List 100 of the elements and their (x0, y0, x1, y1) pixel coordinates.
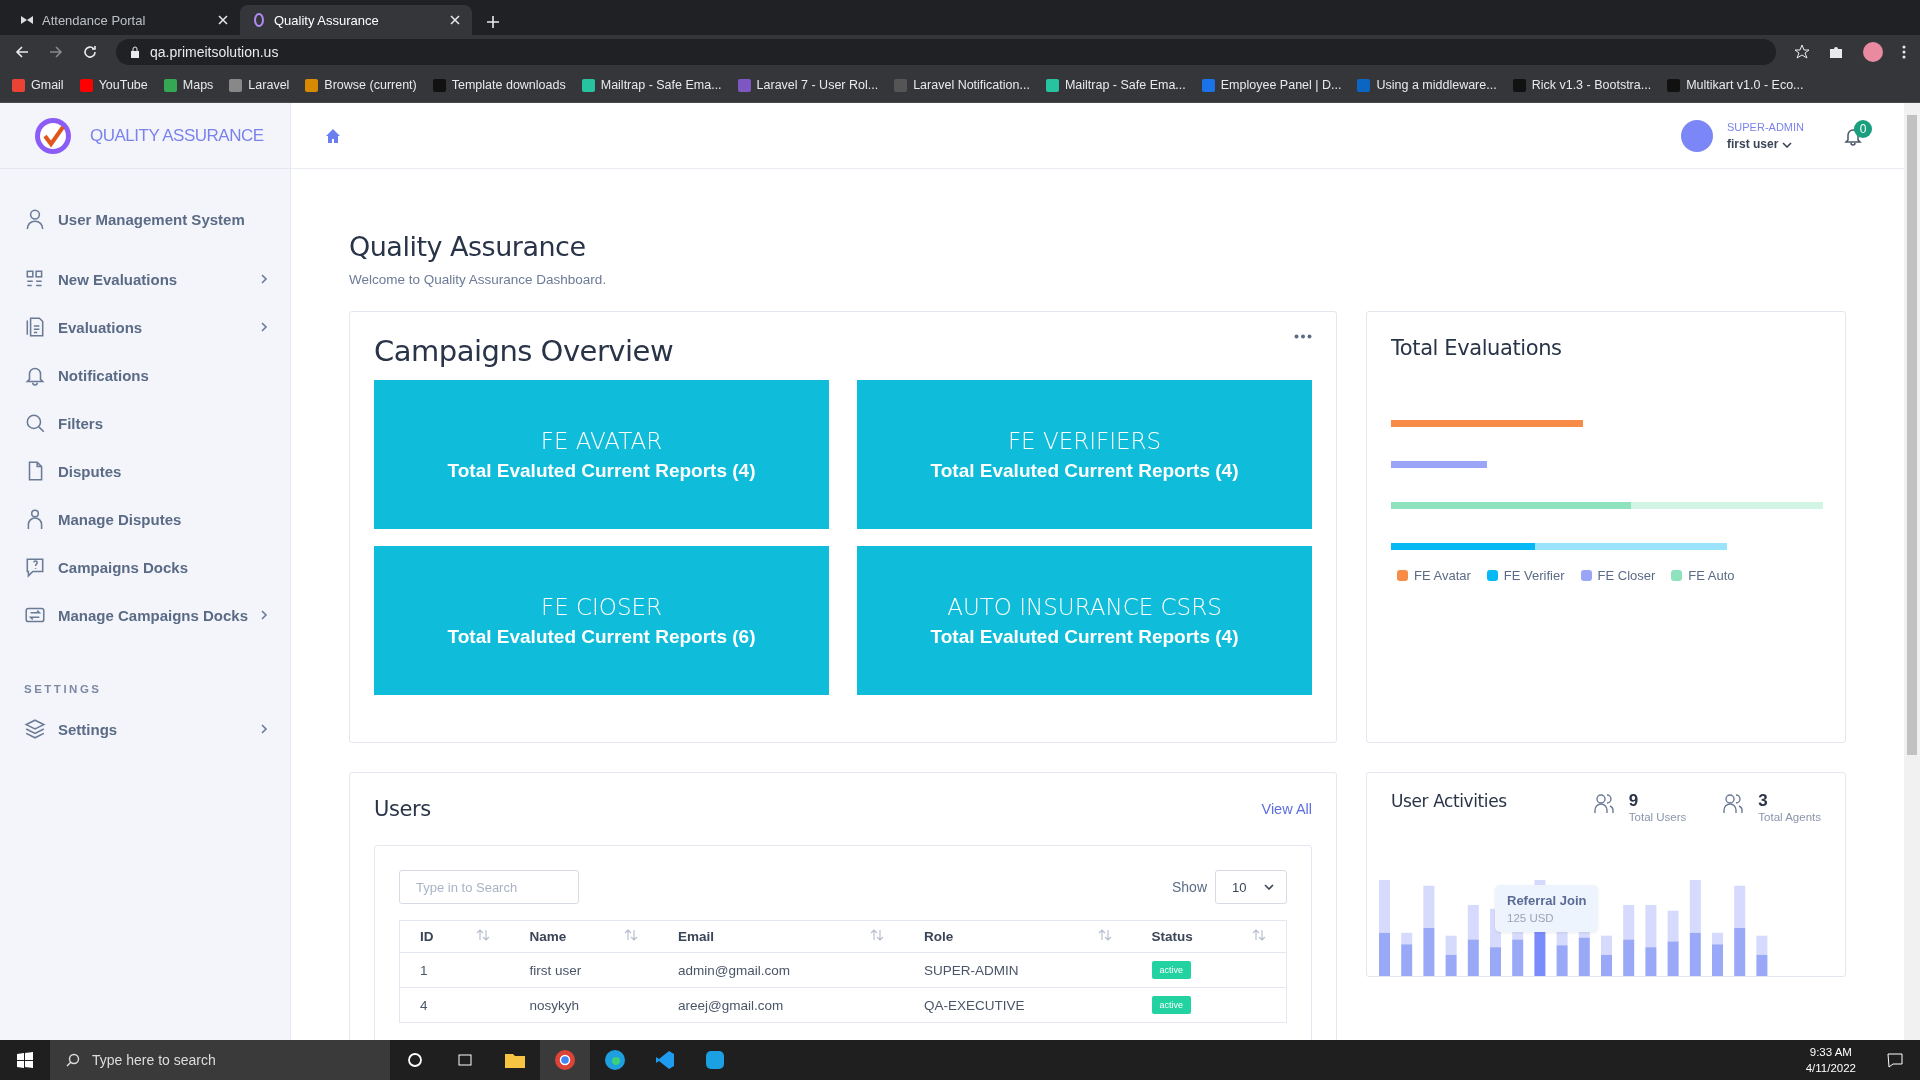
bookmark[interactable]: Employee Panel | D... (1201, 78, 1342, 92)
bookmark[interactable]: Browse (current) (305, 78, 417, 92)
status-badge: active (1151, 996, 1191, 1014)
sidebar-item[interactable]: Filters (0, 399, 290, 447)
menu-icon[interactable] (1902, 43, 1906, 60)
sidebar-item[interactable]: Evaluations (0, 303, 290, 351)
bookmark[interactable]: Laravel 7 - User Rol... (737, 78, 879, 92)
chart-bar (1601, 954, 1612, 976)
browser-tab[interactable]: Quality Assurance (240, 5, 472, 35)
sidebar-item[interactable]: User Management System (0, 195, 290, 243)
chart-bar (1689, 932, 1701, 976)
nav-icon (24, 316, 46, 338)
browser-icon[interactable] (554, 1049, 576, 1071)
bookmark[interactable]: Template downloads (432, 78, 566, 92)
folder-icon[interactable] (505, 1052, 525, 1068)
chart-bar (1667, 941, 1679, 976)
legend-label: FE Auto (1688, 568, 1735, 583)
chart-bar (1467, 939, 1479, 976)
column-header[interactable]: Status (1131, 920, 1287, 953)
column-header[interactable]: Role (904, 920, 1132, 953)
sidebar-item[interactable]: New Evaluations (0, 255, 290, 303)
bookmark[interactable]: Laravel Notification... (894, 78, 1030, 92)
table-cell: SUPER-ADMIN (904, 952, 1132, 988)
sidebar-item[interactable]: Manage Disputes (0, 495, 290, 543)
task-view-icon[interactable] (456, 1052, 474, 1068)
sidebar-item[interactable]: Manage Campaigns Docks (0, 591, 290, 639)
address-bar[interactable]: qa.primeitsolution.us (116, 38, 1776, 65)
bookmark[interactable]: Rick v1.3 - Bootstra... (1512, 78, 1652, 92)
bookmark[interactable]: Gmail (12, 78, 64, 92)
taskbar-search[interactable]: Type here to search (50, 1040, 390, 1080)
profile-avatar-icon[interactable] (1862, 40, 1884, 63)
chart-bar (1623, 939, 1635, 976)
view-all-link[interactable]: View All (1261, 801, 1312, 817)
bookmark[interactable]: Mailtrap - Safe Ema... (1045, 78, 1186, 92)
windows-icon[interactable] (17, 1052, 33, 1068)
user-role: SUPER-ADMIN (1727, 120, 1804, 133)
chart-bar (1379, 932, 1390, 976)
column-header[interactable]: ID (399, 920, 510, 953)
chart-bar (1734, 928, 1746, 976)
app-logo-text: QUALITY ASSURANCE (90, 125, 264, 146)
layers-icon (24, 718, 46, 740)
chart-bar (1467, 904, 1479, 940)
star-icon[interactable] (1794, 43, 1810, 60)
sidebar-item[interactable]: Notifications (0, 351, 290, 399)
bookmark[interactable]: Using a middleware... (1357, 78, 1497, 92)
stat-label: Total Agents (1758, 811, 1821, 823)
stat-value: 9 (1628, 791, 1640, 811)
show-label: Show (1171, 879, 1207, 895)
caret-icon (1264, 884, 1274, 890)
browser-icon[interactable] (604, 1049, 626, 1071)
notification-center-icon[interactable] (1887, 1052, 1903, 1068)
close-icon[interactable] (218, 15, 228, 25)
bookmark[interactable]: Mailtrap - Safe Ema... (581, 78, 722, 92)
column-header[interactable]: Email (658, 920, 905, 953)
page-size-select[interactable]: 10 (1215, 870, 1287, 904)
column-header[interactable]: Name (509, 920, 659, 953)
sort-icon (624, 929, 639, 941)
search-field[interactable]: Type in to Search (399, 870, 579, 904)
table-cell: admin@gmail.com (658, 952, 905, 988)
card-title: Campaigns Overview (374, 334, 674, 368)
table-cell: first user (509, 952, 659, 988)
table-cell: nosykyh (509, 987, 659, 1023)
legend-label: FE Verifier (1503, 568, 1565, 583)
logo-icon (34, 116, 72, 155)
sidebar-item[interactable]: Settings (0, 705, 290, 753)
bookmark[interactable]: Multikart v1.0 - Eco... (1667, 78, 1804, 92)
chat-app-icon[interactable] (705, 1050, 725, 1070)
sidebar-item[interactable]: Disputes (0, 447, 290, 495)
sort-icon (1252, 929, 1266, 941)
page-subtitle: Welcome to Quality Assurance Dashboard. (349, 272, 608, 287)
bookmark[interactable]: Laravel (229, 78, 290, 92)
card-title: Users (374, 797, 431, 821)
user-avatar[interactable] (1681, 119, 1713, 152)
code-editor-icon[interactable] (655, 1050, 675, 1070)
back-icon[interactable] (14, 43, 30, 60)
sidebar-item[interactable]: Campaigns Docks (0, 543, 290, 591)
cortana-icon[interactable] (407, 1052, 423, 1068)
reload-icon[interactable] (82, 43, 98, 60)
table-cell: 4 (399, 987, 510, 1023)
chart-bar (1556, 945, 1568, 976)
home-icon[interactable] (325, 127, 341, 144)
plus-icon[interactable] (486, 15, 500, 29)
chart-bar (1601, 935, 1612, 955)
bookmark[interactable]: YouTube (79, 78, 148, 92)
user-menu[interactable]: first user (1727, 136, 1804, 151)
scrollbar-thumb[interactable] (1907, 115, 1917, 755)
page-title: Quality Assurance (349, 231, 587, 262)
forward-icon[interactable] (48, 43, 64, 60)
ring-icon (252, 13, 266, 27)
chart-bar (1445, 935, 1457, 955)
nav-icon (24, 208, 46, 230)
close-icon[interactable] (450, 15, 460, 25)
sort-icon (870, 929, 885, 941)
more-icon[interactable] (1294, 334, 1312, 339)
users-icon (1722, 793, 1745, 815)
browser-tab[interactable]: Attendance Portal (8, 5, 240, 35)
stat-label: Total Users (1628, 811, 1687, 823)
caret-icon (1781, 141, 1792, 148)
taskbar-clock[interactable]: 9:33 AM 4/11/2022 (1805, 1044, 1856, 1076)
bookmark[interactable]: Maps (163, 78, 214, 92)
